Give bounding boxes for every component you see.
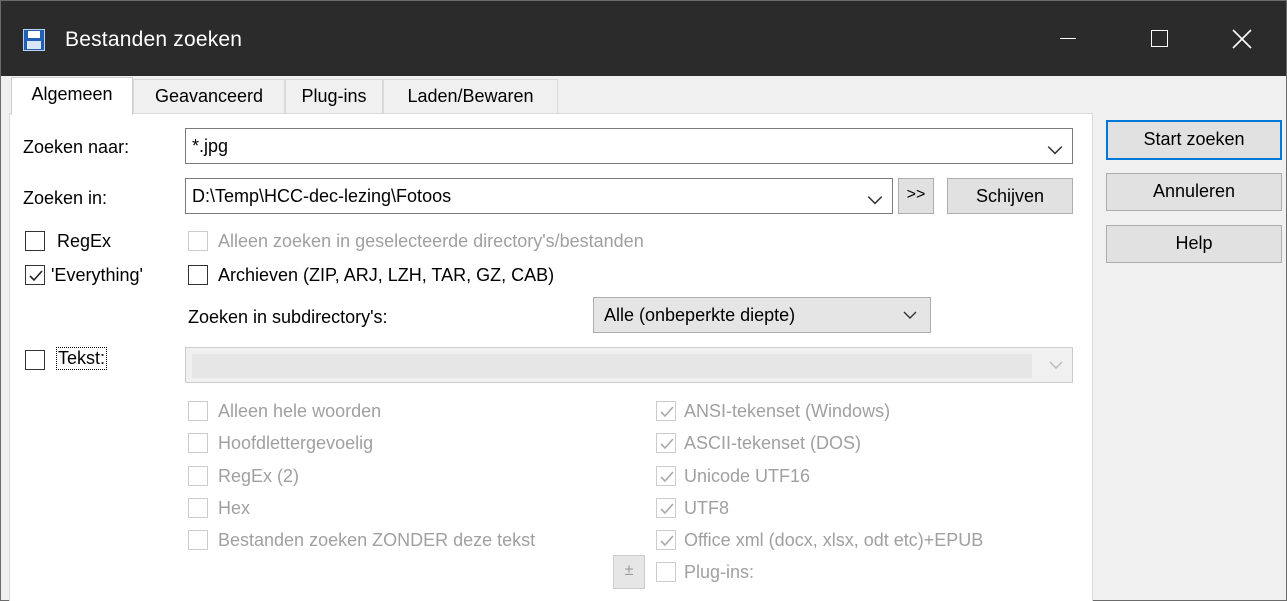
search-for-value: *.jpg (192, 136, 229, 156)
whole-words-label: Alleen hele woorden (218, 401, 382, 421)
subdirs-value: Alle (onbeperkte diepte) (604, 305, 796, 325)
archives-checkbox[interactable] (188, 265, 208, 285)
help-button[interactable]: Help (1106, 225, 1282, 263)
tab-label: Geavanceerd (154, 86, 264, 106)
search-in-combo[interactable]: D:\Temp\HCC-dec-lezing\Fotoos (185, 178, 893, 214)
subdirs-dropdown[interactable]: Alle (onbeperkte diepte) (593, 297, 931, 333)
ansi-checkbox[interactable] (656, 401, 676, 421)
chevron-down-icon (1049, 361, 1063, 369)
maximize-button[interactable] (1114, 1, 1204, 76)
case-sensitive-label: Hoofdlettergevoelig (218, 433, 374, 453)
start-search-button[interactable]: Start zoeken (1106, 120, 1282, 160)
chevron-down-icon[interactable] (866, 191, 884, 209)
selected-only-label: Alleen zoeken in geselecteerde directory… (218, 231, 644, 251)
close-button[interactable] (1197, 1, 1287, 76)
selected-only-checkbox[interactable] (188, 231, 208, 251)
plus-button[interactable]: ± (613, 555, 645, 589)
subdirs-label: Zoeken in subdirectory's: (188, 307, 388, 327)
tab-label: Laden/Bewaren (407, 86, 534, 106)
regex2-label: RegEx (2) (218, 466, 300, 486)
maximize-icon (1150, 30, 1168, 47)
tab-label: Algemeen (31, 84, 113, 104)
search-for-combo[interactable]: *.jpg (185, 128, 1073, 164)
title-bar: Bestanden zoeken (1, 1, 1286, 76)
office-xml-label: Office xml (docx, xlsx, odt etc)+EPUB (684, 530, 984, 550)
checkmark-icon (660, 438, 674, 450)
everything-label: 'Everything' (51, 265, 143, 285)
browse-button[interactable]: >> (898, 178, 934, 214)
close-icon (1232, 28, 1252, 49)
search-files-window: Bestanden zoeken Algemeen Geavanceerd Pl… (0, 0, 1287, 601)
utf8-checkbox[interactable] (656, 498, 676, 518)
tab-plugins[interactable]: Plug-ins (285, 79, 383, 113)
regex2-checkbox[interactable] (188, 466, 208, 486)
app-floppy-icon (23, 29, 45, 51)
checkmark-icon (660, 406, 674, 418)
text-combo[interactable] (185, 347, 1073, 383)
utf16-label: Unicode UTF16 (684, 466, 811, 486)
search-for-label: Zoeken naar: (23, 137, 130, 157)
checkmark-icon (660, 535, 674, 547)
cancel-button[interactable]: Annuleren (1106, 173, 1282, 211)
text-label: Tekst: (55, 347, 108, 370)
tab-label: Plug-ins (301, 86, 367, 106)
regex-label: RegEx (57, 231, 112, 251)
ansi-label: ANSI-tekenset (Windows) (684, 401, 891, 421)
without-text-checkbox[interactable] (188, 530, 208, 550)
everything-checkbox[interactable] (25, 265, 45, 285)
checkmark-icon (29, 270, 43, 282)
chevron-down-icon[interactable] (1046, 141, 1064, 159)
drives-button[interactable]: Schijven (947, 178, 1073, 214)
utf8-label: UTF8 (684, 498, 729, 518)
hex-label: Hex (218, 498, 251, 518)
utf16-checkbox[interactable] (656, 466, 676, 486)
tab-laden-bewaren[interactable]: Laden/Bewaren (383, 79, 558, 113)
case-sensitive-checkbox[interactable] (188, 433, 208, 453)
ascii-checkbox[interactable] (656, 433, 676, 453)
minimize-button[interactable] (1023, 1, 1113, 76)
regex-checkbox[interactable] (25, 231, 45, 251)
chevron-down-icon (903, 311, 917, 319)
without-text-label: Bestanden zoeken ZONDER deze tekst (218, 530, 536, 550)
archives-label: Archieven (ZIP, ARJ, LZH, TAR, GZ, CAB) (218, 265, 555, 285)
ascii-label: ASCII-tekenset (DOS) (684, 433, 862, 453)
search-in-label: Zoeken in: (23, 188, 108, 208)
window-title: Bestanden zoeken (65, 28, 243, 51)
search-in-value: D:\Temp\HCC-dec-lezing\Fotoos (192, 186, 452, 206)
text-input-disabled (192, 354, 1032, 378)
text-checkbox[interactable] (25, 350, 45, 370)
checkmark-icon (660, 471, 674, 483)
whole-words-checkbox[interactable] (188, 401, 208, 421)
tab-geavanceerd[interactable]: Geavanceerd (133, 79, 285, 113)
checkmark-icon (660, 503, 674, 515)
office-xml-checkbox[interactable] (656, 530, 676, 550)
minimize-icon (1060, 38, 1076, 39)
tab-algemeen[interactable]: Algemeen (11, 77, 133, 115)
hex-checkbox[interactable] (188, 498, 208, 518)
separator (23, 340, 1073, 341)
plugins-checkbox[interactable] (656, 562, 676, 582)
plugins-label: Plug-ins: (684, 562, 755, 582)
